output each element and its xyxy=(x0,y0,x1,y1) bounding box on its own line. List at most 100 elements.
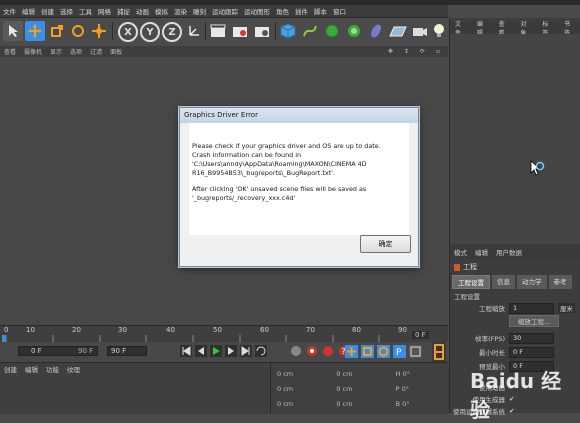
menu-item[interactable]: 文件 xyxy=(0,6,19,16)
move-key-icon[interactable] xyxy=(345,345,358,358)
material-menu-item[interactable]: 功能 xyxy=(42,364,63,374)
coord-x[interactable]: 0 cm xyxy=(271,370,330,378)
timeline-tick: 50 xyxy=(213,326,222,334)
max-frame-field[interactable]: 90 F xyxy=(107,346,147,356)
menu-item[interactable]: 窗口 xyxy=(330,6,349,16)
menu-item[interactable]: 编辑 xyxy=(19,6,38,16)
subdivision-icon[interactable] xyxy=(322,21,342,41)
play-icon[interactable] xyxy=(210,345,222,357)
record-icon[interactable] xyxy=(306,345,318,357)
menu-item[interactable]: 捕捉 xyxy=(114,6,133,16)
coord-y[interactable]: 0 cm xyxy=(271,385,330,393)
timeline-tick: 90 xyxy=(398,326,407,334)
go-to-start-icon[interactable] xyxy=(180,345,192,357)
x-axis-icon[interactable]: X xyxy=(118,22,138,42)
coord-sy[interactable]: 0 cm xyxy=(330,385,389,393)
viewport-menu-item[interactable]: 查看 xyxy=(0,47,20,56)
deformer-icon[interactable] xyxy=(366,21,386,41)
menu-item[interactable]: 脚本 xyxy=(311,6,330,16)
material-menu-item[interactable]: 编辑 xyxy=(21,364,42,374)
viewport-menu-item[interactable]: 过滤 xyxy=(86,47,106,56)
tab-reference[interactable]: 参考 xyxy=(548,275,572,289)
current-frame-field[interactable]: 0 F xyxy=(412,331,429,339)
attr-menu-item[interactable]: 模式 xyxy=(450,247,471,257)
pan-icon[interactable]: ✥ xyxy=(384,48,397,55)
viewport-menu-item[interactable]: 显示 xyxy=(46,47,66,56)
go-to-end-icon[interactable] xyxy=(240,345,252,357)
tab-project-settings[interactable]: 工程设置 xyxy=(452,275,490,289)
select-arrow-icon[interactable] xyxy=(3,21,23,41)
min-time-field[interactable]: 0 F xyxy=(509,346,554,358)
keyframe-mode-icon[interactable] xyxy=(290,345,302,357)
material-menu-item[interactable]: 创建 xyxy=(0,364,21,374)
film-strip-icon[interactable] xyxy=(432,342,446,362)
render-view-icon[interactable] xyxy=(208,21,228,41)
move-tool-icon[interactable] xyxy=(25,21,45,41)
menu-item[interactable]: 运动跟踪 xyxy=(209,6,241,16)
scale-project-button[interactable]: 缩放工程... xyxy=(509,315,560,327)
menu-item[interactable]: 创建 xyxy=(38,6,57,16)
param-key-icon[interactable]: P xyxy=(393,345,406,358)
coord-p[interactable]: P 0° xyxy=(390,385,449,393)
object-manager-list[interactable] xyxy=(450,34,580,244)
next-frame-icon[interactable] xyxy=(225,345,237,357)
menu-item[interactable]: 模拟 xyxy=(152,6,171,16)
project-icon xyxy=(454,263,460,271)
maximize-icon[interactable]: ▫ xyxy=(432,48,444,55)
z-axis-icon[interactable]: Z xyxy=(162,22,182,42)
watermark: Baidu 经验 xyxy=(470,369,562,422)
attr-menu-item[interactable]: 用户数据 xyxy=(492,247,526,257)
scale-tool-icon[interactable] xyxy=(47,21,67,41)
coord-sz[interactable]: 0 cm xyxy=(330,400,389,408)
menu-item[interactable]: 运动图形 xyxy=(241,6,273,16)
camera-icon[interactable] xyxy=(410,21,430,41)
rotate-tool-icon[interactable] xyxy=(68,21,88,41)
timeline-ruler[interactable]: 0 10 20 30 40 50 60 70 80 90 0 F xyxy=(0,325,448,342)
prev-frame-icon[interactable] xyxy=(195,345,207,357)
render-settings-icon[interactable] xyxy=(252,21,272,41)
viewport-menu-item[interactable]: 摄像机 xyxy=(20,47,46,56)
coord-b[interactable]: B 0° xyxy=(390,400,449,408)
point-level-icon[interactable] xyxy=(409,345,422,358)
light-icon[interactable] xyxy=(429,21,449,41)
menu-item[interactable]: 角色 xyxy=(273,6,292,16)
menu-item[interactable]: 雕刻 xyxy=(190,6,209,16)
menu-item[interactable]: 工具 xyxy=(76,6,95,16)
fps-field[interactable]: 30 xyxy=(509,332,554,344)
menu-item[interactable]: 渲染 xyxy=(171,6,190,16)
y-axis-icon[interactable]: Y xyxy=(140,22,160,42)
zoom-icon[interactable]: ↕ xyxy=(400,48,413,55)
coord-h[interactable]: H 0° xyxy=(390,370,449,378)
menu-item[interactable]: 网格 xyxy=(95,6,114,16)
menu-item[interactable]: 动画 xyxy=(133,6,152,16)
material-menu-item[interactable]: 纹理 xyxy=(63,364,84,374)
dialog-body: Please check if your graphics driver and… xyxy=(189,123,409,235)
loop-icon[interactable] xyxy=(255,345,267,357)
timeline-tick: 40 xyxy=(166,326,175,334)
floor-icon[interactable] xyxy=(388,21,408,41)
autokey-icon[interactable] xyxy=(322,345,334,357)
coord-sx[interactable]: 0 cm xyxy=(330,370,389,378)
project-scale-field[interactable]: 1 xyxy=(509,302,554,314)
viewport-menu-item[interactable]: 面板 xyxy=(106,47,126,56)
orbit-icon[interactable]: ⟳ xyxy=(416,48,429,55)
scale-key-icon[interactable] xyxy=(361,345,374,358)
menu-item[interactable]: 选择 xyxy=(57,6,76,16)
attr-menu-item[interactable]: 编辑 xyxy=(471,247,492,257)
cube-icon[interactable] xyxy=(278,21,298,41)
unit-select[interactable]: 厘米 xyxy=(558,303,575,313)
coordinate-system-icon[interactable] xyxy=(184,21,204,41)
array-icon[interactable] xyxy=(344,21,364,41)
rotate-key-icon[interactable] xyxy=(377,345,390,358)
menu-item[interactable]: 插件 xyxy=(292,6,311,16)
main-menubar: 文件 编辑 创建 选择 工具 网格 捕捉 动画 模拟 渲染 雕刻 运动跟踪 运动… xyxy=(0,5,448,18)
render-picture-viewer-icon[interactable] xyxy=(230,21,250,41)
material-manager-menu: 创建 编辑 功能 纹理 xyxy=(0,363,84,374)
spline-pen-icon[interactable] xyxy=(300,21,320,41)
viewport-menu-item[interactable]: 选项 xyxy=(66,47,86,56)
ok-button[interactable]: 确定 xyxy=(360,235,411,253)
tab-info[interactable]: 信息 xyxy=(492,275,515,289)
transform-tool-icon[interactable] xyxy=(89,21,109,41)
tab-dynamics[interactable]: 动力学 xyxy=(517,275,547,289)
coord-z[interactable]: 0 cm xyxy=(271,400,330,408)
